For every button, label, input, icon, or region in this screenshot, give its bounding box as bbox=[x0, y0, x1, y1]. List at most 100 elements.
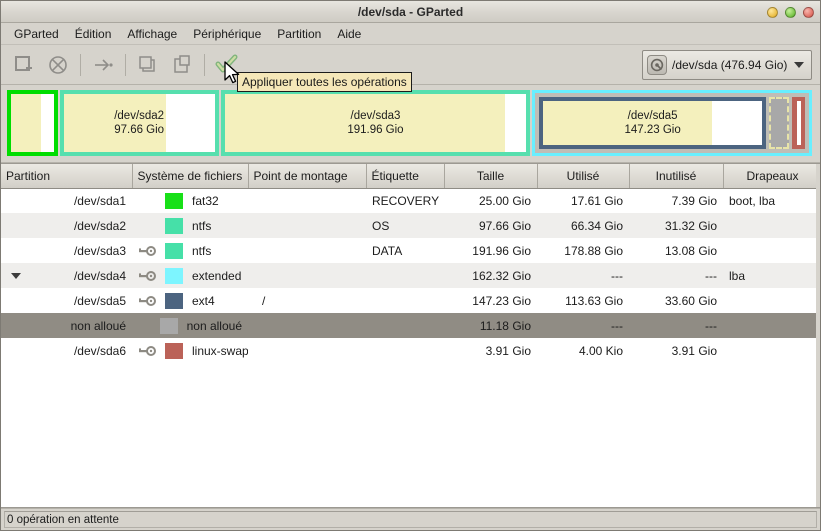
resize-move-icon bbox=[95, 58, 113, 71]
partition-table-container[interactable]: Partition Système de fichiers Point de m… bbox=[1, 163, 820, 508]
disk-block-unallocated[interactable] bbox=[768, 97, 790, 149]
vertical-scrollbar[interactable] bbox=[816, 164, 820, 507]
column-header-label[interactable]: Étiquette bbox=[366, 164, 445, 189]
swap-inner-bar bbox=[796, 101, 801, 145]
disk-block-sda3-box: /dev/sda3 191.96 Gio bbox=[224, 94, 527, 152]
column-header-flags[interactable]: Drapeaux bbox=[723, 164, 820, 189]
toolbar-separator-1 bbox=[80, 53, 81, 76]
cell-partition: non alloué bbox=[1, 313, 132, 338]
table-row[interactable]: /dev/sda4 extended 162.32 Gio --- --- lb… bbox=[1, 263, 820, 288]
new-partition-button[interactable] bbox=[7, 49, 41, 81]
filesystem-color-swatch bbox=[165, 192, 183, 209]
chevron-down-icon[interactable] bbox=[794, 61, 804, 68]
partition-name: /dev/sda2 bbox=[73, 218, 126, 233]
menu-aide[interactable]: Aide bbox=[329, 24, 369, 44]
filesystem-color-swatch bbox=[159, 317, 178, 334]
window-controls bbox=[767, 1, 814, 23]
cell-mountpoint bbox=[248, 238, 366, 263]
cell-flags: lba bbox=[723, 263, 820, 288]
apply-operations-icon bbox=[215, 54, 238, 72]
disk-block-sda1-used bbox=[11, 94, 41, 152]
menu-peripherique[interactable]: Périphérique bbox=[185, 24, 269, 44]
menu-partition[interactable]: Partition bbox=[269, 24, 329, 44]
table-row[interactable]: /dev/sda3 ntfs DATA 191.96 Gio 178.88 Gi… bbox=[1, 238, 820, 263]
menu-gparted[interactable]: GParted bbox=[6, 24, 67, 44]
column-header-mountpoint[interactable]: Point de montage bbox=[248, 164, 367, 189]
cell-unused: 3.91 Gio bbox=[671, 343, 717, 358]
cell-mountpoint: / bbox=[262, 293, 266, 308]
column-header-filesystem[interactable]: Système de fichiers bbox=[132, 164, 249, 189]
cell-flags bbox=[723, 313, 820, 338]
expander-triangle-icon[interactable] bbox=[11, 272, 21, 279]
cell-label bbox=[366, 263, 444, 288]
cell-flags: boot, lba bbox=[729, 193, 776, 208]
partition-name-wrap: /dev/sda1 bbox=[7, 194, 126, 208]
filesystem-name: linux-swap bbox=[192, 343, 248, 358]
disk-block-sda4-extended[interactable]: /dev/sda5 147.23 Gio bbox=[532, 90, 813, 156]
hard-disk-icon bbox=[647, 54, 667, 75]
status-inset: 0 opération en attente bbox=[4, 511, 817, 528]
column-header-unused[interactable]: Inutilisé bbox=[629, 164, 724, 189]
cell-size: 97.66 Gio bbox=[444, 213, 537, 238]
filesystem-cell: ext4 bbox=[138, 292, 242, 309]
new-partition-icon bbox=[15, 55, 32, 71]
partition-table: Partition Système de fichiers Point de m… bbox=[1, 164, 820, 363]
cell-filesystem: ext4 bbox=[132, 288, 248, 313]
resize-move-button[interactable] bbox=[86, 49, 120, 81]
cell-filesystem: non alloué bbox=[132, 313, 248, 338]
partition-name: /dev/sda4 bbox=[73, 268, 126, 283]
cell-filesystem: extended bbox=[132, 263, 248, 288]
filesystem-color-swatch bbox=[165, 292, 183, 309]
title-bar: /dev/sda - GParted bbox=[1, 1, 820, 23]
filesystem-color-swatch bbox=[165, 217, 183, 234]
disk-block-sda3[interactable]: /dev/sda3 191.96 Gio bbox=[220, 90, 531, 156]
partition-name: /dev/sda6 bbox=[73, 343, 126, 358]
maximize-button[interactable] bbox=[785, 6, 796, 18]
device-label: /dev/sda (476.94 Gio) bbox=[672, 57, 788, 72]
cell-unused: 13.08 Gio bbox=[664, 243, 717, 258]
mount-key-icon bbox=[138, 295, 156, 307]
cell-used: 113.63 Gio bbox=[565, 293, 623, 308]
column-header-size[interactable]: Taille bbox=[444, 164, 538, 189]
partition-name-wrap: /dev/sda2 bbox=[7, 219, 126, 233]
table-row[interactable]: /dev/sda6 linux-swap 3.91 Gio 4.00 Kio 3… bbox=[1, 338, 820, 363]
table-row[interactable]: /dev/sda2 ntfs OS 97.66 Gio 66.34 Gio 31… bbox=[1, 213, 820, 238]
filesystem-cell: extended bbox=[138, 267, 242, 284]
cell-label: OS bbox=[366, 213, 444, 238]
disk-block-sda2[interactable]: /dev/sda2 97.66 Gio bbox=[59, 90, 219, 156]
cell-unused: --- bbox=[629, 313, 723, 338]
mount-key-icon bbox=[138, 345, 156, 357]
close-button[interactable] bbox=[803, 6, 814, 18]
table-row[interactable]: non alloué non alloué 11.18 Gio --- --- bbox=[1, 313, 820, 338]
filesystem-color-swatch bbox=[165, 342, 183, 359]
column-header-partition[interactable]: Partition bbox=[1, 164, 133, 189]
table-row[interactable]: /dev/sda1 fat32 RECOVERY 25.00 Gio 17.61… bbox=[1, 188, 820, 213]
filesystem-cell: linux-swap bbox=[138, 342, 248, 359]
device-selector[interactable]: /dev/sda (476.94 Gio) bbox=[642, 49, 812, 80]
disk-block-sda5[interactable]: /dev/sda5 147.23 Gio bbox=[539, 97, 766, 149]
delete-partition-icon bbox=[49, 55, 67, 74]
cell-partition: /dev/sda6 bbox=[1, 338, 132, 363]
filesystem-name: extended bbox=[192, 268, 242, 283]
minimize-button[interactable] bbox=[767, 6, 778, 18]
disk-block-sda1[interactable] bbox=[7, 90, 58, 156]
disk-block-sda6-swap[interactable] bbox=[792, 97, 806, 149]
menu-edition[interactable]: Édition bbox=[67, 24, 120, 44]
partition-name: /dev/sda3 bbox=[73, 243, 126, 258]
disk-block-sda3-used bbox=[224, 94, 506, 152]
cell-label: DATA bbox=[372, 243, 403, 258]
cell-partition: /dev/sda4 bbox=[1, 263, 132, 288]
delete-partition-button[interactable] bbox=[41, 49, 75, 81]
column-header-used[interactable]: Utilisé bbox=[537, 164, 630, 189]
copy-button[interactable] bbox=[131, 49, 165, 81]
toolbar-separator-2 bbox=[125, 53, 126, 76]
menu-affichage[interactable]: Affichage bbox=[119, 24, 185, 44]
cell-filesystem: ntfs bbox=[132, 213, 248, 238]
cell-filesystem: ntfs bbox=[132, 238, 248, 263]
paste-button[interactable] bbox=[165, 49, 199, 81]
filesystem-cell: ntfs bbox=[138, 242, 242, 259]
cell-unused: 31.32 Gio bbox=[629, 213, 723, 238]
cell-filesystem: fat32 bbox=[132, 188, 248, 213]
table-row[interactable]: /dev/sda5 ext4 / 147.23 Gio 113.63 Gio 3… bbox=[1, 288, 820, 313]
disk-block-sda2-box: /dev/sda2 97.66 Gio bbox=[63, 94, 215, 152]
